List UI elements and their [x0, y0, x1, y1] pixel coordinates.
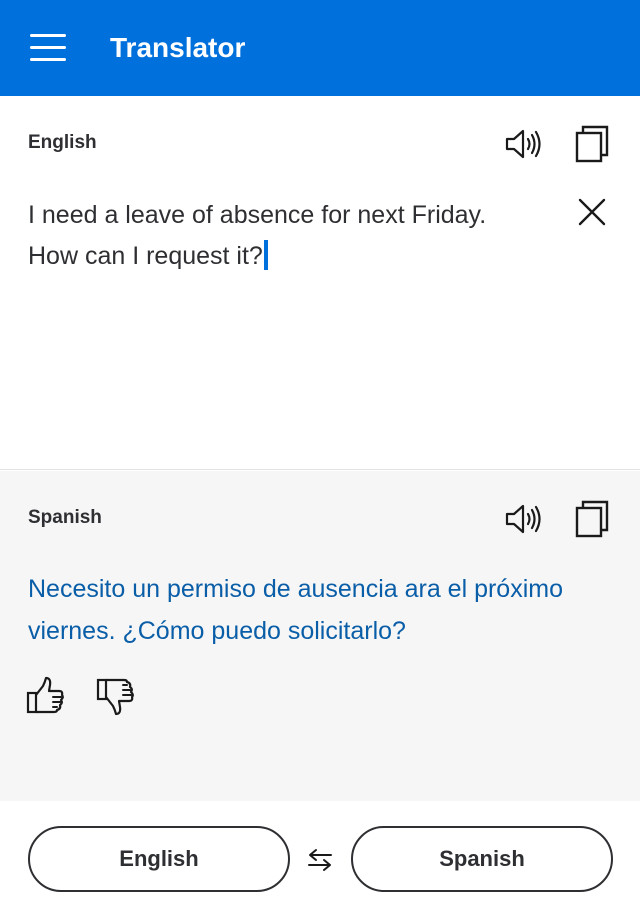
text-cursor	[263, 240, 268, 270]
thumbs-up-icon	[26, 676, 64, 714]
close-icon	[578, 198, 606, 226]
copy-icon	[575, 500, 609, 538]
clear-text-button[interactable]	[572, 192, 612, 232]
source-panel: English I need a leave of absence for ne…	[0, 96, 640, 470]
source-text-line: How can I request it?	[28, 242, 263, 270]
thumbs-down-icon	[96, 678, 134, 716]
hamburger-icon	[30, 34, 66, 37]
language-selector-bar: English Spanish	[0, 801, 640, 920]
target-copy-button[interactable]	[572, 499, 612, 539]
swap-arrows-icon	[308, 849, 332, 871]
source-copy-button[interactable]	[572, 124, 612, 164]
source-speak-button[interactable]	[504, 124, 544, 164]
target-speak-button[interactable]	[504, 499, 544, 539]
translated-text-line: viernes. ¿Cómo puedo solicitarlo?	[28, 617, 406, 645]
translated-text-line: Necesito un permiso de ausencia ara el p…	[28, 575, 563, 603]
source-language-button[interactable]: English	[28, 826, 290, 892]
target-language-label: Spanish	[28, 507, 102, 528]
source-language-label: English	[28, 132, 97, 153]
page-title: Translator	[110, 32, 246, 63]
target-language-button[interactable]: Spanish	[351, 826, 613, 892]
thumbs-down-button[interactable]	[96, 676, 136, 716]
copy-icon	[575, 125, 609, 163]
speaker-icon	[505, 504, 541, 534]
translation-panel: Spanish Necesito un permiso de ausencia …	[0, 471, 640, 801]
source-text-input[interactable]: I need a leave of absence for next Frida…	[28, 195, 538, 277]
app-header: Translator	[0, 0, 640, 96]
thumbs-up-button[interactable]	[26, 676, 66, 716]
translated-text: Necesito un permiso de ausencia ara el p…	[28, 568, 618, 652]
speaker-icon	[505, 129, 541, 159]
swap-languages-button[interactable]	[303, 845, 337, 875]
source-text-line: I need a leave of absence for next Frida…	[28, 201, 487, 229]
menu-button[interactable]	[28, 30, 68, 66]
